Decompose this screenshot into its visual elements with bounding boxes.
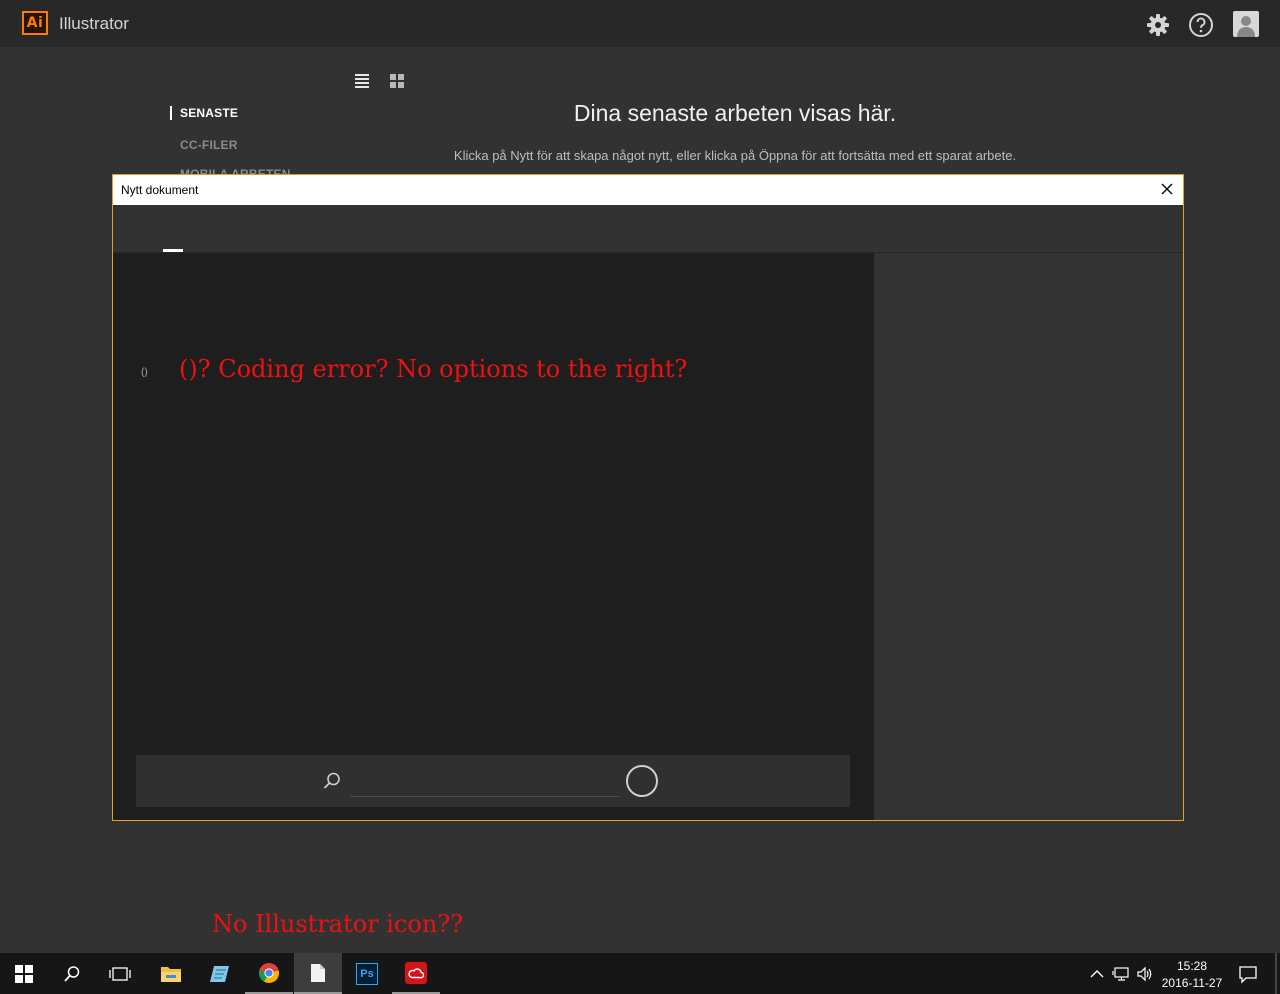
windows-taskbar: Ps 15:28 2016-11-27 xyxy=(0,953,1280,994)
taskbar-photoshop[interactable]: Ps xyxy=(343,953,391,994)
home-subheading: Klicka på Nytt för att skapa något nytt,… xyxy=(453,148,1017,163)
list-view-icon[interactable] xyxy=(354,73,370,89)
clock-time: 15:28 xyxy=(1176,959,1208,973)
taskbar-chrome[interactable] xyxy=(245,953,293,994)
clock-date: 2016-11-27 xyxy=(1161,976,1223,990)
tab-active-indicator[interactable] xyxy=(163,249,183,252)
annotation-missing-icon: No Illustrator icon?? xyxy=(212,910,464,938)
preset-details-panel xyxy=(874,253,1183,820)
dialog-titlebar: Nytt dokument xyxy=(113,175,1183,205)
dialog-tabs xyxy=(113,205,1183,253)
windows-start-icon xyxy=(15,964,33,983)
template-search-bar xyxy=(136,755,850,807)
close-icon[interactable] xyxy=(1159,181,1175,197)
taskbar-clock[interactable]: 15:28 2016-11-27 xyxy=(1160,958,1224,992)
start-button[interactable] xyxy=(0,953,48,994)
nav-cc-files[interactable]: CC-FILER xyxy=(180,138,238,152)
gear-icon[interactable] xyxy=(1145,12,1171,38)
placeholder-text: () xyxy=(141,367,148,378)
app-title: Illustrator xyxy=(59,14,129,33)
volume-icon[interactable] xyxy=(1136,965,1154,983)
taskbar-document-active[interactable] xyxy=(294,953,342,994)
dialog-title: Nytt dokument xyxy=(121,183,199,197)
network-icon[interactable] xyxy=(1112,965,1130,983)
nav-recent[interactable]: SENASTE xyxy=(170,106,238,120)
chrome-icon xyxy=(258,962,280,983)
help-icon[interactable] xyxy=(1188,12,1214,38)
annotation-coding-error: ()? Coding error? No options to the righ… xyxy=(179,355,688,383)
new-document-dialog: Nytt dokument () ()? Coding error? No op… xyxy=(112,174,1184,821)
taskbar-file-explorer[interactable] xyxy=(147,953,195,994)
task-view-button[interactable] xyxy=(96,953,144,994)
folder-icon xyxy=(161,966,181,982)
action-center-icon[interactable] xyxy=(1238,964,1258,984)
photoshop-icon: Ps xyxy=(356,962,378,985)
loading-spinner xyxy=(626,765,658,797)
illustrator-logo: Ai xyxy=(22,11,48,35)
task-view-icon xyxy=(109,966,131,981)
show-desktop-button[interactable] xyxy=(1275,953,1277,994)
notepad-icon xyxy=(210,965,229,982)
document-icon xyxy=(311,963,325,982)
home-heading: Dina senaste arbeten visas här. xyxy=(573,100,897,126)
grid-view-icon[interactable] xyxy=(389,73,405,89)
chevron-up-icon[interactable] xyxy=(1088,965,1106,983)
template-search-input[interactable] xyxy=(350,767,620,797)
preset-panel: () ()? Coding error? No options to the r… xyxy=(113,253,874,820)
taskbar-creative-cloud[interactable] xyxy=(392,953,440,994)
search-icon xyxy=(64,965,80,982)
creative-cloud-icon xyxy=(405,961,427,984)
taskbar-app-notepad[interactable] xyxy=(196,953,244,994)
taskbar-search-button[interactable] xyxy=(48,953,96,994)
search-icon xyxy=(323,772,340,789)
user-avatar-icon[interactable] xyxy=(1233,11,1259,37)
app-titlebar: Ai Illustrator xyxy=(0,0,1280,47)
